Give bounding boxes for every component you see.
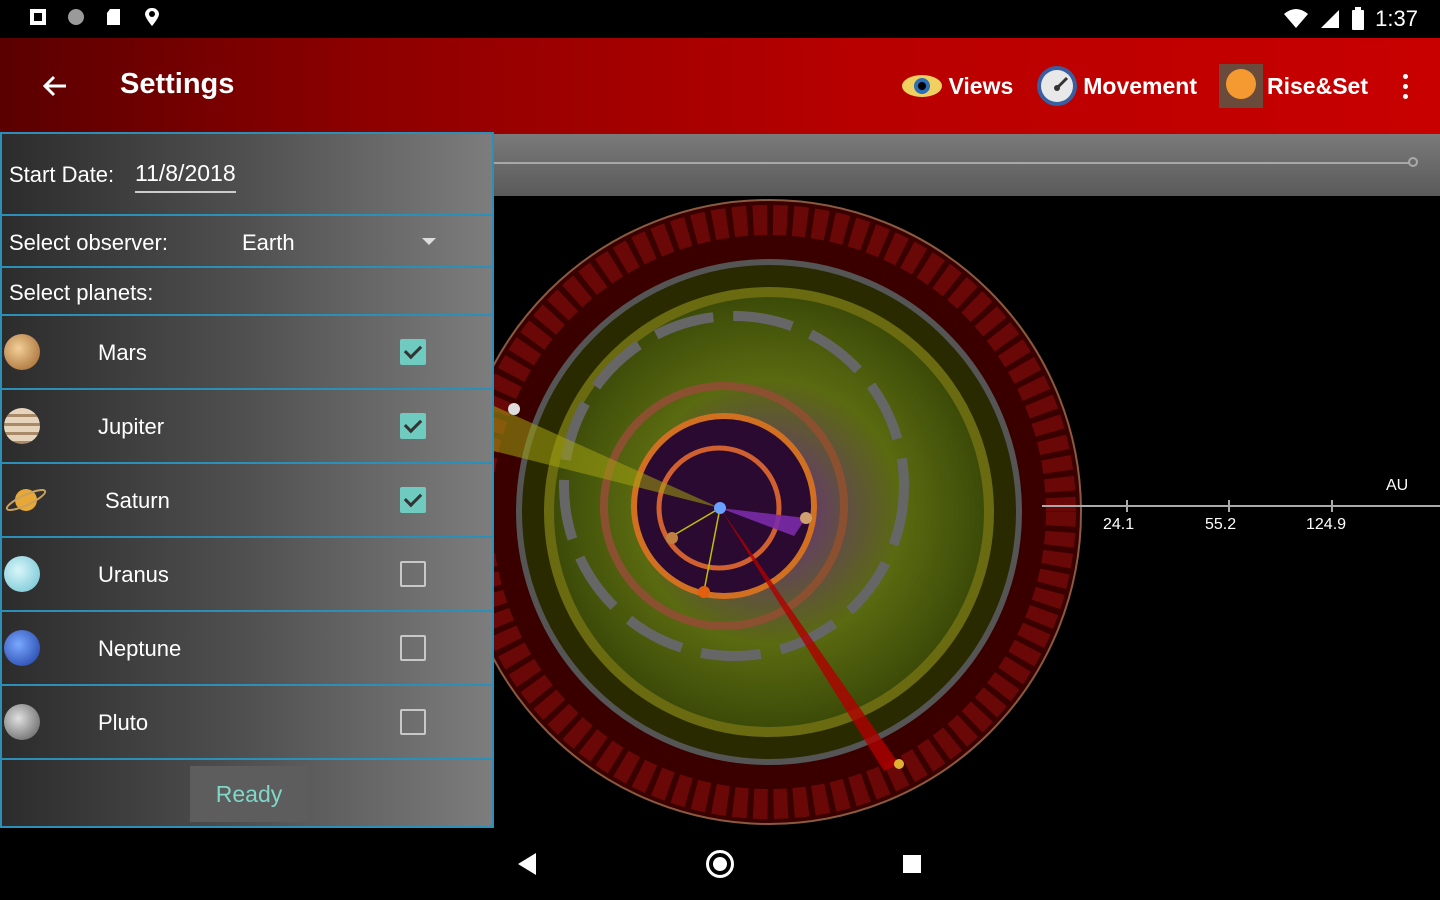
divider <box>2 758 494 760</box>
planet-name: Pluto <box>98 710 149 735</box>
observer-label: Select observer: <box>9 230 168 255</box>
navigation-bar <box>0 836 1440 900</box>
wifi-icon <box>1284 9 1309 28</box>
axis-unit: AU <box>1386 477 1409 494</box>
status-bar: 1:37 <box>0 0 1440 38</box>
views-button[interactable]: Views <box>900 64 1013 108</box>
orbit-graphic <box>456 199 1440 825</box>
ready-button[interactable]: Ready <box>190 766 308 822</box>
slider-track[interactable] <box>494 162 1409 164</box>
divider <box>2 266 494 268</box>
saturn-checkbox[interactable] <box>400 487 426 513</box>
sun-icon <box>1219 64 1264 108</box>
planet-name: Mars <box>98 340 147 365</box>
settings-panel: Start Date: 11/8/2018 Select observer: E… <box>0 132 494 828</box>
location-icon <box>145 8 159 26</box>
axis-tick: 24.1 <box>1103 516 1135 533</box>
system-status: 1:37 <box>1283 6 1418 32</box>
distance-axis <box>1042 500 1440 512</box>
notification-icons <box>28 6 162 28</box>
overflow-menu-icon[interactable] <box>1390 66 1420 106</box>
rise-set-label: Rise&Set <box>1267 72 1368 99</box>
neptune-checkbox[interactable] <box>400 635 426 661</box>
planet-row-jupiter[interactable]: Jupiter <box>2 390 494 462</box>
page-title: Settings <box>120 68 235 100</box>
planet-name: Jupiter <box>98 414 165 439</box>
jupiter-checkbox[interactable] <box>400 413 426 439</box>
select-planets-label: Select planets: <box>9 280 154 305</box>
planet-row-uranus[interactable]: Uranus <box>2 538 494 610</box>
clock: 1:37 <box>1375 6 1418 31</box>
planet-name: Uranus <box>98 562 169 587</box>
sync-icon <box>68 9 84 25</box>
mars-icon <box>4 334 40 370</box>
back-arrow-icon[interactable] <box>36 66 76 106</box>
rise-set-button[interactable]: Rise&Set <box>1219 64 1368 108</box>
start-date-field[interactable]: 11/8/2018 <box>135 160 236 193</box>
planet-name: Saturn <box>105 488 170 513</box>
planet-name: Neptune <box>98 636 182 661</box>
nav-recents-icon[interactable] <box>903 855 921 873</box>
dropdown-arrow-icon[interactable] <box>422 238 436 245</box>
observer-row[interactable]: Select observer: Earth <box>2 216 494 266</box>
eye-icon <box>902 75 943 97</box>
planet-row-saturn[interactable]: Saturn <box>2 464 494 536</box>
movement-label: Movement <box>1083 72 1198 99</box>
planet-row-mars[interactable]: Mars <box>2 316 494 388</box>
start-date-label: Start Date: <box>9 162 115 187</box>
planet-row-neptune[interactable]: Neptune <box>2 612 494 684</box>
views-label: Views <box>948 72 1014 99</box>
pluto-icon <box>4 704 40 740</box>
orbit-rings <box>456 199 1082 825</box>
observer-select[interactable]: Earth <box>242 230 295 256</box>
slider-thumb[interactable] <box>1408 157 1418 167</box>
pluto-checkbox[interactable] <box>400 709 426 735</box>
axis-tick: 55.2 <box>1205 516 1237 533</box>
uranus-checkbox[interactable] <box>400 561 426 587</box>
jupiter-icon <box>4 408 40 444</box>
sd-card-icon <box>107 9 120 25</box>
nav-home-icon[interactable] <box>706 850 734 878</box>
orbit-view[interactable]: AU 24.1 55.2 124.9 <box>456 196 1440 836</box>
planet-row-pluto[interactable]: Pluto <box>2 686 494 758</box>
saturn-icon <box>5 489 47 511</box>
movement-button[interactable]: Movement <box>1035 64 1197 108</box>
toolbar-actions: Views Movement Rise&Set <box>900 58 1440 114</box>
uranus-icon <box>4 556 40 592</box>
signal-icon <box>1321 10 1340 28</box>
date-slider-bar <box>494 134 1440 196</box>
speedometer-icon <box>1037 66 1078 106</box>
axis-tick: 124.9 <box>1306 516 1347 533</box>
app-notification-icon <box>30 9 46 25</box>
app-bar: Settings Views Movement Rise&Set <box>0 38 1440 134</box>
neptune-icon <box>4 630 40 666</box>
mars-checkbox[interactable] <box>400 339 426 365</box>
start-date-row: Start Date: 11/8/2018 <box>2 134 494 214</box>
battery-icon <box>1352 7 1365 30</box>
nav-back-icon[interactable] <box>518 853 536 875</box>
